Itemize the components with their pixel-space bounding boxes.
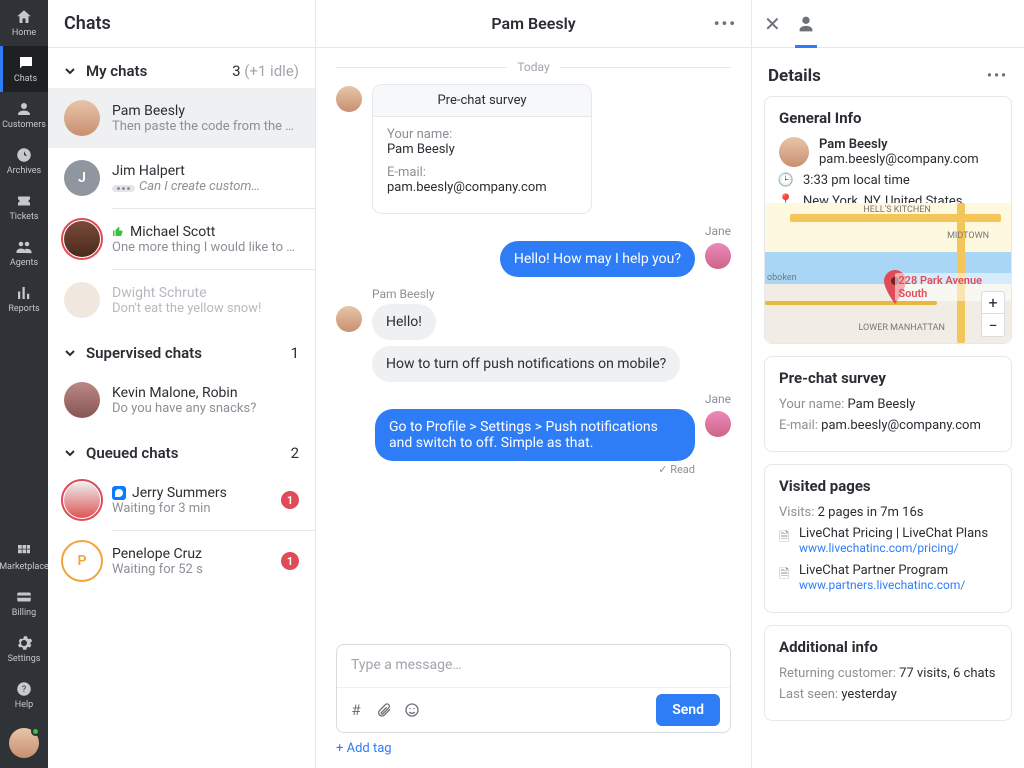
- general-info-card: General Info Pam Beeslypam.beesly@compan…: [764, 96, 1012, 344]
- page-icon: 🗎: [779, 528, 791, 550]
- avatar: [336, 306, 362, 332]
- chats-panel: Chats My chats 3 (+1 idle) Pam BeeslyThe…: [48, 0, 316, 768]
- message-bubble: Hello!: [372, 304, 436, 340]
- read-receipt: Read: [375, 463, 695, 476]
- additional-info-card: Additional info Returning customer: 77 v…: [764, 625, 1012, 721]
- avatar: [336, 86, 362, 112]
- avatar: [64, 221, 100, 257]
- thumbs-up-icon: [112, 226, 124, 238]
- chat-item[interactable]: Michael ScottOne more thing I would like…: [48, 209, 315, 269]
- zoom-in-button[interactable]: +: [982, 292, 1004, 314]
- details-menu-icon[interactable]: •••: [987, 68, 1008, 84]
- add-tag-button[interactable]: + Add tag: [316, 737, 751, 768]
- nav-tickets[interactable]: Tickets: [0, 184, 48, 230]
- message-bubble: Hello! How may I help you?: [500, 241, 695, 277]
- nav-chats[interactable]: Chats: [0, 46, 48, 92]
- close-icon[interactable]: ✕: [764, 12, 781, 36]
- nav-home[interactable]: Home: [0, 0, 48, 46]
- send-button[interactable]: Send: [656, 694, 720, 726]
- message-bubble: Go to Profile > Settings > Push notifica…: [375, 409, 695, 461]
- details-panel: ✕ Details ••• General Info Pam Beeslypam…: [752, 0, 1024, 768]
- avatar: [64, 282, 100, 318]
- attachment-icon[interactable]: [375, 701, 393, 719]
- person-tab[interactable]: [795, 13, 817, 35]
- message-row: Hello! How to turn off push notification…: [336, 304, 731, 382]
- avatar: [705, 411, 731, 437]
- typing-icon: [112, 185, 135, 192]
- messenger-icon: [112, 486, 126, 500]
- group-supervised-chats[interactable]: Supervised chats1: [48, 330, 315, 370]
- chat-item[interactable]: Kevin Malone, RobinDo you have any snack…: [48, 370, 315, 430]
- page-icon: 🗎: [779, 565, 791, 587]
- conversation-menu-icon[interactable]: •••: [714, 14, 737, 33]
- nav-agents[interactable]: Agents: [0, 230, 48, 276]
- svg-text:?: ?: [22, 685, 26, 695]
- avatar: [64, 382, 100, 418]
- clock-icon: 🕒: [779, 173, 793, 188]
- chat-item[interactable]: J Jim HalpertCan I create custom…: [48, 148, 315, 208]
- chevron-down-icon: [64, 447, 76, 459]
- survey-card: Pre-chat survey Your name:Pam Beesly E-m…: [372, 84, 592, 214]
- message-row: Hello! How may I help you?: [336, 241, 731, 277]
- sender-label: Jane: [336, 392, 731, 406]
- chats-header: Chats: [48, 0, 315, 48]
- message-input[interactable]: Type a message…: [337, 645, 730, 687]
- current-agent-avatar[interactable]: [9, 728, 39, 758]
- nav-reports[interactable]: Reports: [0, 276, 48, 322]
- visited-page-link[interactable]: www.partners.livechatinc.com/: [799, 578, 965, 592]
- message-row: Pre-chat survey Your name:Pam Beesly E-m…: [336, 84, 731, 214]
- nav-settings[interactable]: Settings: [0, 626, 48, 672]
- avatar: [64, 482, 100, 518]
- zoom-out-button[interactable]: −: [982, 314, 1004, 336]
- sender-label: Pam Beesly: [372, 287, 731, 301]
- nav-rail: Home Chats Customers Archives Tickets Ag…: [0, 0, 48, 768]
- message-row: Go to Profile > Settings > Push notifica…: [336, 409, 731, 476]
- group-my-chats[interactable]: My chats 3 (+1 idle): [48, 48, 315, 88]
- online-status-dot: [31, 727, 40, 736]
- unread-badge: 1: [281, 491, 299, 509]
- avatar: [705, 243, 731, 269]
- chat-item[interactable]: P Penelope CruzWaiting for 52 s 1: [48, 531, 315, 591]
- message-bubble: How to turn off push notifications on mo…: [372, 346, 680, 382]
- chevron-down-icon: [64, 347, 76, 359]
- nav-help[interactable]: ?Help: [0, 672, 48, 718]
- avatar: J: [64, 160, 100, 196]
- nav-customers[interactable]: Customers: [0, 92, 48, 138]
- visited-pages-card: Visited pages Visits: 2 pages in 7m 16s …: [764, 464, 1012, 613]
- conversation-panel: Pam Beesly ••• Today Pre-chat survey You…: [316, 0, 752, 768]
- sender-label: Jane: [336, 224, 731, 238]
- chat-item[interactable]: Jerry SummersWaiting for 3 min 1: [48, 470, 315, 530]
- conversation-header: Pam Beesly •••: [316, 0, 751, 48]
- date-separator: Today: [336, 60, 731, 74]
- avatar: P: [64, 543, 100, 579]
- nav-archives[interactable]: Archives: [0, 138, 48, 184]
- unread-badge: 1: [281, 552, 299, 570]
- chevron-down-icon: [64, 65, 76, 77]
- chat-item[interactable]: Pam BeeslyThen paste the code from the e…: [48, 88, 315, 148]
- chat-item[interactable]: Dwight SchruteDon't eat the yellow snow!: [48, 270, 315, 330]
- nav-billing[interactable]: Billing: [0, 580, 48, 626]
- nav-marketplace[interactable]: Marketplace: [0, 534, 48, 580]
- avatar: [64, 100, 100, 136]
- details-title: Details: [768, 66, 821, 86]
- visited-page-link[interactable]: www.livechatinc.com/pricing/: [799, 541, 988, 555]
- group-queued-chats[interactable]: Queued chats2: [48, 430, 315, 470]
- prechat-survey-card: Pre-chat survey Your name: Pam Beesly E-…: [764, 356, 1012, 452]
- avatar: [779, 137, 809, 167]
- conversation-title: Pam Beesly: [491, 14, 575, 33]
- hash-icon[interactable]: #: [347, 701, 365, 719]
- emoji-icon[interactable]: [403, 701, 421, 719]
- map-zoom: +−: [981, 291, 1005, 337]
- message-composer[interactable]: Type a message… # Send: [336, 644, 731, 733]
- location-map[interactable]: HELL'S KITCHEN MIDTOWN oboken LOWER MANH…: [765, 203, 1011, 343]
